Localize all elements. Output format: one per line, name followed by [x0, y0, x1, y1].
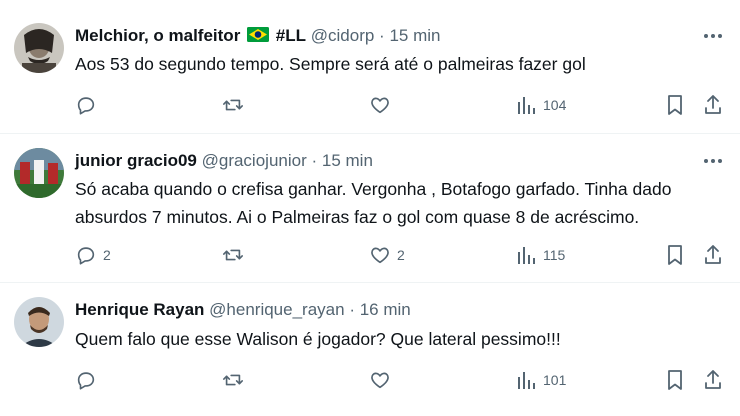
timestamp[interactable]: 16 min: [360, 300, 411, 319]
like-count: 2: [397, 247, 405, 263]
heart-icon: [369, 94, 391, 116]
dot-separator: ·: [349, 300, 355, 319]
tweet-text: Aos 53 do segundo tempo. Sempre será até…: [75, 54, 586, 74]
bookmark-icon: [665, 94, 685, 116]
share-button[interactable]: [703, 91, 723, 119]
avatar[interactable]: [14, 297, 64, 347]
reply-button[interactable]: [75, 366, 103, 394]
more-horizontal-icon[interactable]: [700, 25, 726, 47]
timestamp[interactable]: 15 min: [389, 26, 440, 45]
reply-bubble-icon: [75, 369, 97, 391]
retweet-icon: [221, 94, 245, 116]
bookmark-icon: [665, 369, 685, 391]
retweet-button[interactable]: [221, 366, 251, 394]
tweet-text: Quem falo que esse Walison é jogador? Qu…: [75, 329, 561, 349]
reply-tweet-1[interactable]: Melchior, o malfeitor #LL @cidorp · 15 m…: [0, 0, 740, 133]
heart-icon: [369, 369, 391, 391]
display-name-suffix: #LL: [275, 26, 307, 45]
display-name[interactable]: Henrique Rayan: [75, 300, 204, 319]
dot-separator: ·: [379, 26, 385, 45]
brazil-flag-icon: [247, 26, 270, 48]
heart-icon: [369, 244, 391, 266]
views-button[interactable]: 115: [517, 241, 565, 269]
bookmark-button[interactable]: [665, 91, 685, 119]
handle[interactable]: @graciojunior: [202, 151, 307, 170]
action-bar: 2 2 115: [0, 241, 740, 269]
reply-bubble-icon: [75, 244, 97, 266]
reply-bubble-icon: [75, 94, 97, 116]
views-count: 101: [543, 372, 567, 388]
tweet-text: Só acaba quando o crefisa ganhar. Vergon…: [75, 179, 672, 227]
views-button[interactable]: 101: [517, 366, 566, 394]
retweet-button[interactable]: [221, 241, 251, 269]
retweet-icon: [221, 369, 245, 391]
reply-button[interactable]: [75, 91, 103, 119]
display-name[interactable]: Melchior, o malfeitor: [75, 26, 240, 45]
share-icon: [703, 369, 723, 391]
avatar[interactable]: [14, 148, 64, 198]
views-count: 115: [543, 247, 566, 263]
share-icon: [703, 94, 723, 116]
retweet-button[interactable]: [221, 91, 251, 119]
retweet-icon: [221, 244, 245, 266]
action-bar: 101: [0, 366, 740, 394]
bar-chart-icon: [517, 244, 537, 266]
share-button[interactable]: [703, 366, 723, 394]
bar-chart-icon: [517, 369, 537, 391]
timestamp[interactable]: 15 min: [322, 151, 373, 170]
avatar[interactable]: [14, 23, 64, 73]
display-name[interactable]: junior gracio09: [75, 151, 197, 170]
bar-chart-icon: [517, 94, 537, 116]
action-bar: 104: [0, 91, 740, 119]
handle[interactable]: @henrique_rayan: [209, 300, 344, 319]
reply-count: 2: [103, 247, 111, 263]
bookmark-button[interactable]: [665, 366, 685, 394]
reply-tweet-2[interactable]: junior gracio09 @graciojunior · 15 min S…: [0, 134, 740, 282]
handle[interactable]: @cidorp: [311, 26, 375, 45]
bookmark-icon: [665, 244, 685, 266]
like-button[interactable]: 2: [369, 241, 405, 269]
dot-separator: ·: [311, 151, 318, 170]
reply-button[interactable]: 2: [75, 241, 111, 269]
more-horizontal-icon[interactable]: [700, 150, 726, 172]
share-icon: [703, 244, 723, 266]
like-button[interactable]: [369, 366, 397, 394]
like-button[interactable]: [369, 91, 397, 119]
share-button[interactable]: [703, 241, 723, 269]
views-button[interactable]: 104: [517, 91, 566, 119]
bookmark-button[interactable]: [665, 241, 685, 269]
views-count: 104: [543, 97, 567, 113]
reply-tweet-3[interactable]: Henrique Rayan @henrique_rayan · 16 min …: [0, 283, 740, 416]
